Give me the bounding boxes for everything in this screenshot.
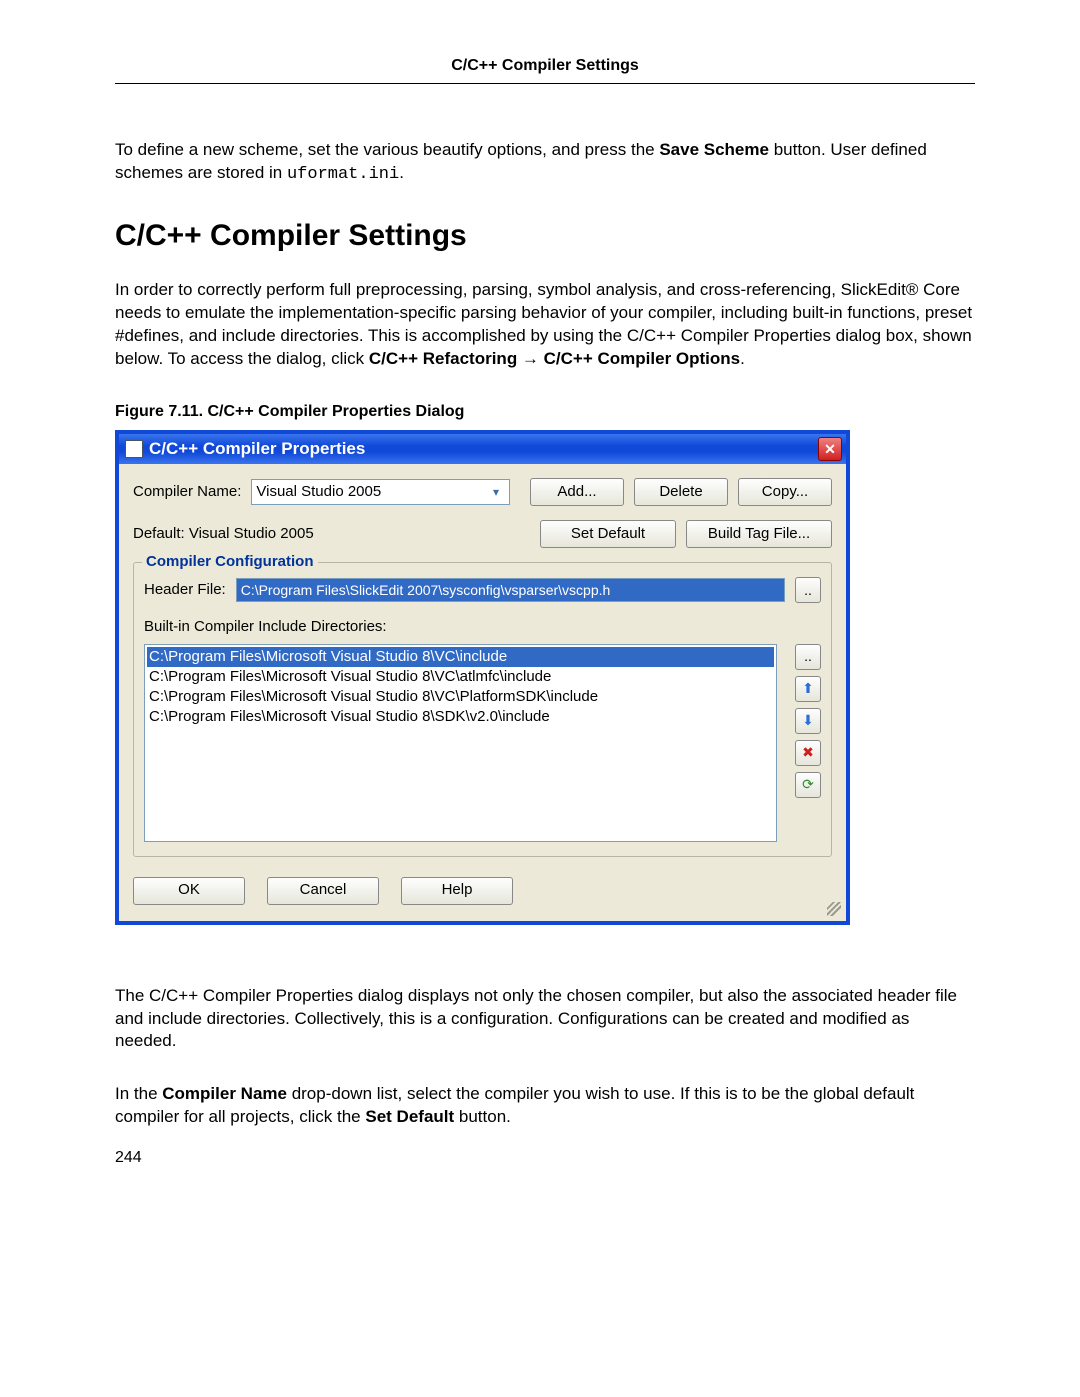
include-dirs-label: Built-in Compiler Include Directories: [144, 618, 387, 635]
close-button[interactable]: ✕ [818, 437, 842, 461]
app-icon [125, 440, 143, 458]
after-para-2: In the Compiler Name drop-down list, sel… [115, 1083, 975, 1129]
uformat-ini-code: uformat.ini [287, 165, 399, 184]
remove-button[interactable]: ✖ [795, 740, 821, 766]
text: . [740, 349, 745, 368]
figure-caption: Figure 7.11. C/C++ Compiler Properties D… [115, 401, 975, 423]
resize-grip-icon[interactable] [827, 902, 841, 916]
list-item[interactable]: C:\Program Files\Microsoft Visual Studio… [147, 667, 774, 687]
default-compiler-label: Default: Visual Studio 2005 [133, 524, 314, 544]
browse-include-button[interactable]: .. [795, 644, 821, 670]
after-para-1: The C/C++ Compiler Properties dialog dis… [115, 985, 975, 1054]
move-up-button[interactable]: ⬆ [795, 676, 821, 702]
browse-header-button[interactable]: .. [795, 577, 821, 603]
add-button[interactable]: Add... [530, 478, 624, 506]
refresh-icon: ⟳ [802, 775, 814, 794]
header-file-value: C:\Program Files\SlickEdit 2007\sysconfi… [241, 581, 611, 600]
intro-paragraph: To define a new scheme, set the various … [115, 139, 975, 187]
compiler-name-combo[interactable]: Visual Studio 2005 ▾ [251, 479, 510, 505]
cancel-button[interactable]: Cancel [267, 877, 379, 905]
list-item[interactable]: C:\Program Files\Microsoft Visual Studio… [147, 707, 774, 727]
compiler-properties-dialog: C/C++ Compiler Properties ✕ Compiler Nam… [115, 430, 850, 924]
compiler-name-value: Visual Studio 2005 [256, 482, 381, 502]
compiler-name-label: Compiler Name: [133, 482, 241, 502]
ok-button[interactable]: OK [133, 877, 245, 905]
set-default-button[interactable]: Set Default [540, 520, 676, 548]
para-2: In order to correctly perform full prepr… [115, 279, 975, 371]
section-heading: C/C++ Compiler Settings [115, 216, 975, 257]
titlebar: C/C++ Compiler Properties ✕ [119, 434, 846, 464]
refresh-button[interactable]: ⟳ [795, 772, 821, 798]
move-down-button[interactable]: ⬇ [795, 708, 821, 734]
text: . [399, 163, 404, 182]
copy-button[interactable]: Copy... [738, 478, 832, 506]
page-number: 244 [115, 1147, 975, 1169]
header-file-field[interactable]: C:\Program Files\SlickEdit 2007\sysconfi… [236, 578, 785, 602]
delete-button[interactable]: Delete [634, 478, 728, 506]
set-default-bold: Set Default [365, 1107, 454, 1126]
compiler-configuration-group: Compiler Configuration Header File: C:\P… [133, 562, 832, 856]
help-button[interactable]: Help [401, 877, 513, 905]
list-item[interactable]: C:\Program Files\Microsoft Visual Studio… [147, 647, 774, 667]
menu-path-2: C/C++ Compiler Options [544, 349, 740, 368]
window-title: C/C++ Compiler Properties [149, 438, 365, 461]
chevron-down-icon: ▾ [487, 483, 505, 501]
running-header: C/C++ Compiler Settings [115, 55, 975, 84]
delete-icon: ✖ [802, 743, 814, 762]
arrow: → [517, 349, 543, 368]
arrow-up-icon: ⬆ [802, 679, 814, 698]
registered-mark: ® [906, 280, 919, 299]
menu-path-1: C/C++ Refactoring [369, 349, 517, 368]
text: button. [454, 1107, 511, 1126]
close-icon: ✕ [824, 442, 836, 456]
ellipsis-icon: .. [804, 581, 812, 600]
text: To define a new scheme, set the various … [115, 140, 659, 159]
text: In the [115, 1084, 162, 1103]
header-file-label: Header File: [144, 580, 226, 600]
list-item[interactable]: C:\Program Files\Microsoft Visual Studio… [147, 687, 774, 707]
arrow-down-icon: ⬇ [802, 711, 814, 730]
ellipsis-icon: .. [804, 647, 812, 666]
build-tag-file-button[interactable]: Build Tag File... [686, 520, 832, 548]
compiler-name-bold: Compiler Name [162, 1084, 287, 1103]
text: In order to correctly perform full prepr… [115, 280, 906, 299]
groupbox-title: Compiler Configuration [142, 552, 318, 572]
save-scheme-bold: Save Scheme [659, 140, 769, 159]
include-dirs-list[interactable]: C:\Program Files\Microsoft Visual Studio… [144, 644, 777, 842]
